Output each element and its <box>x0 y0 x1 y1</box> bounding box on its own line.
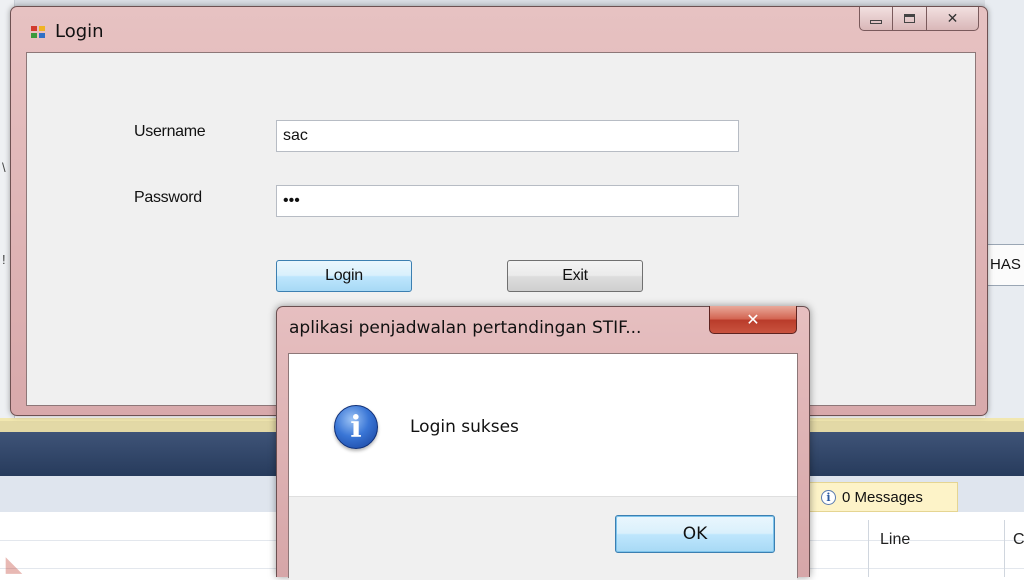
background-left-mark: ! <box>2 252 6 267</box>
background-left-mark: \ <box>2 160 6 175</box>
minimize-icon <box>870 19 882 24</box>
background-cut-button[interactable]: HAS <box>987 244 1024 286</box>
message-box-close-button[interactable]: ✕ <box>709 306 797 334</box>
password-input[interactable] <box>276 185 739 217</box>
close-icon: ✕ <box>746 310 760 329</box>
close-button[interactable]: ✕ <box>927 7 979 31</box>
minimize-button[interactable] <box>859 7 893 31</box>
username-label: Username <box>134 123 206 140</box>
login-window-title: Login <box>55 21 104 42</box>
info-icon: i <box>821 489 836 505</box>
password-label: Password <box>134 189 202 206</box>
column-separator <box>1004 520 1005 577</box>
close-icon: ✕ <box>946 10 959 26</box>
maximize-button[interactable] <box>893 7 927 31</box>
ok-button[interactable]: OK <box>615 515 775 553</box>
messages-filter-button[interactable]: i 0 Messages <box>808 482 958 512</box>
exit-button[interactable]: Exit <box>507 260 643 292</box>
caption-buttons: ✕ <box>859 7 979 31</box>
background-right-panel: HAS <box>985 0 1024 420</box>
messages-count-label: 0 Messages <box>842 488 923 506</box>
message-box-body: i Login sukses OK <box>288 353 798 580</box>
login-button[interactable]: Login <box>276 260 412 292</box>
column-header-line[interactable]: Line <box>880 522 910 558</box>
watermark-logo: ◣ <box>6 554 22 576</box>
message-text: Login sukses <box>410 417 519 437</box>
username-input[interactable] <box>276 120 739 152</box>
message-box-title: aplikasi penjadwalan pertandingan STIF..… <box>289 318 642 338</box>
column-header-cut[interactable]: C <box>1013 522 1024 558</box>
message-box: aplikasi penjadwalan pertandingan STIF..… <box>276 306 810 580</box>
app-form-icon <box>31 26 46 39</box>
column-separator <box>868 520 869 577</box>
login-titlebar[interactable]: Login ✕ <box>11 7 987 51</box>
info-icon: i <box>334 405 378 449</box>
maximize-icon <box>904 14 915 23</box>
